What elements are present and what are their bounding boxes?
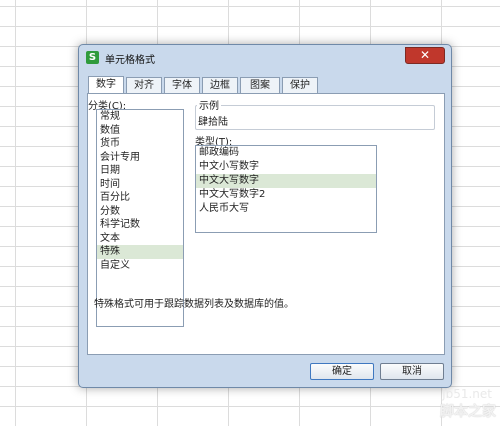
sample-legend: 示例: [197, 97, 221, 112]
close-button[interactable]: ✕: [405, 47, 445, 64]
tab-border[interactable]: 边框: [202, 77, 238, 93]
category-item-text[interactable]: 文本: [97, 232, 183, 246]
tab-protection[interactable]: 保护: [282, 77, 318, 93]
wps-spreadsheet-icon: S: [86, 51, 99, 64]
category-item-special[interactable]: 特殊: [97, 245, 183, 259]
category-item-custom[interactable]: 自定义: [97, 259, 183, 273]
ok-button[interactable]: 确定: [310, 363, 374, 380]
category-item-accounting[interactable]: 会计专用: [97, 151, 183, 165]
watermark-name: 脚本之家: [440, 404, 496, 420]
watermark-site: jb51.net: [442, 387, 492, 401]
dialog-title: 单元格格式: [105, 55, 155, 66]
cancel-button[interactable]: 取消: [380, 363, 444, 380]
type-list[interactable]: 邮政编码 中文小写数字 中文大写数字 中文大写数字2 人民币大写: [195, 145, 377, 233]
tab-pattern[interactable]: 图案: [240, 77, 280, 93]
category-item-number[interactable]: 数值: [97, 124, 183, 138]
sample-group: [195, 105, 435, 130]
dialog-titlebar[interactable]: S 单元格格式 ✕: [79, 45, 451, 71]
type-item-chinese-uppercase-2[interactable]: 中文大写数字2: [196, 188, 376, 202]
special-format-description: 特殊格式可用于跟踪数据列表及数据库的值。: [94, 299, 294, 310]
category-item-percentage[interactable]: 百分比: [97, 191, 183, 205]
format-cells-dialog: S 单元格格式 ✕ 数字 对齐 字体 边框 图案 保护 分类(C): 常规 数值…: [78, 44, 452, 388]
type-item-postal-code[interactable]: 邮政编码: [196, 146, 376, 160]
category-item-currency[interactable]: 货币: [97, 137, 183, 151]
category-item-time[interactable]: 时间: [97, 178, 183, 192]
category-item-fraction[interactable]: 分数: [97, 205, 183, 219]
sample-value: 肆拾陆: [198, 117, 228, 128]
tab-font[interactable]: 字体: [164, 77, 200, 93]
close-icon: ✕: [419, 48, 431, 62]
category-item-scientific[interactable]: 科学记数: [97, 218, 183, 232]
category-item-general[interactable]: 常规: [97, 110, 183, 124]
tab-alignment[interactable]: 对齐: [126, 77, 162, 93]
type-item-chinese-lowercase[interactable]: 中文小写数字: [196, 160, 376, 174]
category-item-date[interactable]: 日期: [97, 164, 183, 178]
type-item-chinese-uppercase[interactable]: 中文大写数字: [196, 174, 376, 188]
type-item-rmb-uppercase[interactable]: 人民币大写: [196, 202, 376, 216]
tab-number[interactable]: 数字: [88, 76, 124, 94]
